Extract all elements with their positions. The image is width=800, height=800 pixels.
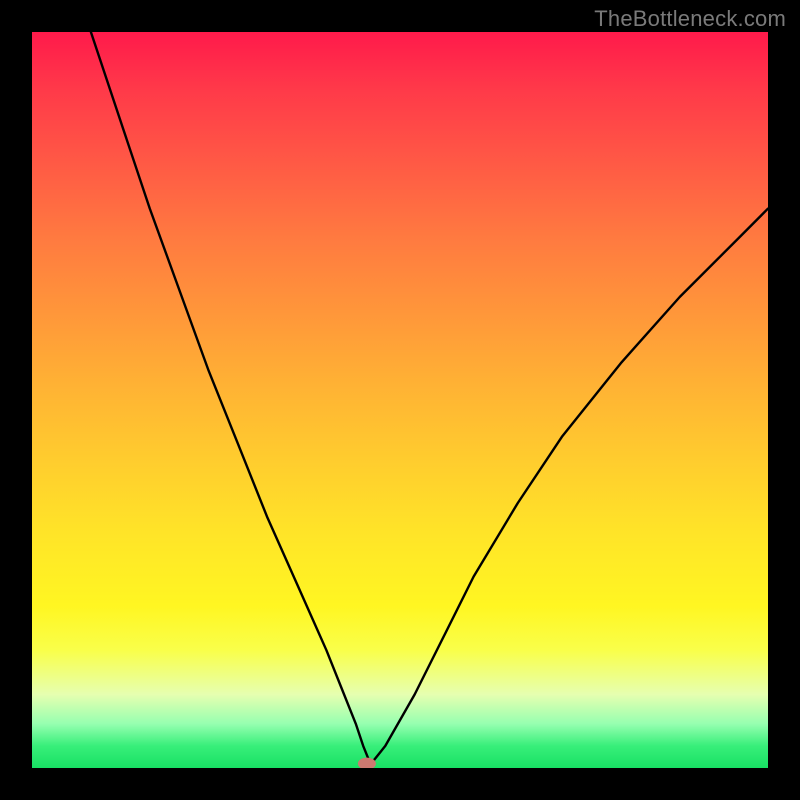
chart-frame: TheBottleneck.com (0, 0, 800, 800)
plot-area (32, 32, 768, 768)
curve-layer (32, 32, 768, 768)
watermark-text: TheBottleneck.com (594, 6, 786, 32)
bottleneck-curve (91, 32, 768, 764)
